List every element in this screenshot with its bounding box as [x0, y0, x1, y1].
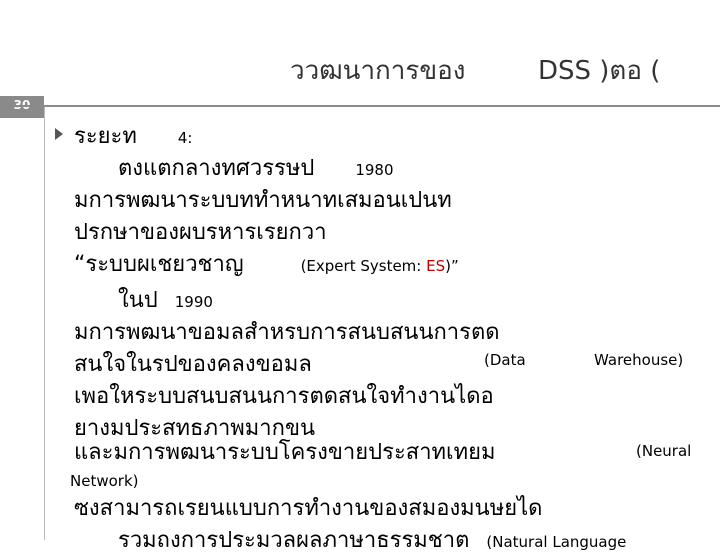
- body-line-3: มการพฒนาระบบททำหนาทเสมอนเปนท: [74, 188, 452, 213]
- body-line-13: ซงสามารถเรยนแบบการทำงานของสมองมนษยได: [74, 496, 543, 521]
- slide-title: ววฒนาการของ DSS )ตอ (: [290, 50, 710, 90]
- body-line-5: “ระบบผเชยวชาญ (Expert System: ES)”: [74, 252, 459, 277]
- body-line-8: สนใจในรปของคลงขอมล (Data Warehouse): [74, 351, 684, 377]
- body-line-4: ปรกษาของผบรหารเรยกวา: [74, 220, 327, 245]
- left-margin-line: [44, 107, 45, 540]
- title-thai: ววฒนาการของ: [290, 56, 466, 86]
- body-line-7: มการพฒนาขอมลสำหรบการสนบสนนการตด: [74, 320, 500, 345]
- es-abbreviation: ES: [426, 257, 446, 275]
- body-line-11: และมการพฒนาระบบโครงขายประสาทเทยม (Neural: [74, 440, 692, 465]
- body-line-12: Network): [70, 472, 139, 490]
- body-line-9: เพอใหระบบสนบสนนการตดสนใจทำงานไดอ: [74, 384, 494, 409]
- bullet-arrow-icon: [55, 128, 63, 140]
- header-rule: [0, 105, 720, 107]
- title-dss: DSS )ตอ (: [538, 56, 661, 86]
- body-line-2: ตงแตกลางทศวรรษป 1980: [118, 156, 394, 181]
- body-line-6: ในป 1990: [118, 288, 213, 313]
- heading-line: ระยะท 4:: [74, 124, 193, 149]
